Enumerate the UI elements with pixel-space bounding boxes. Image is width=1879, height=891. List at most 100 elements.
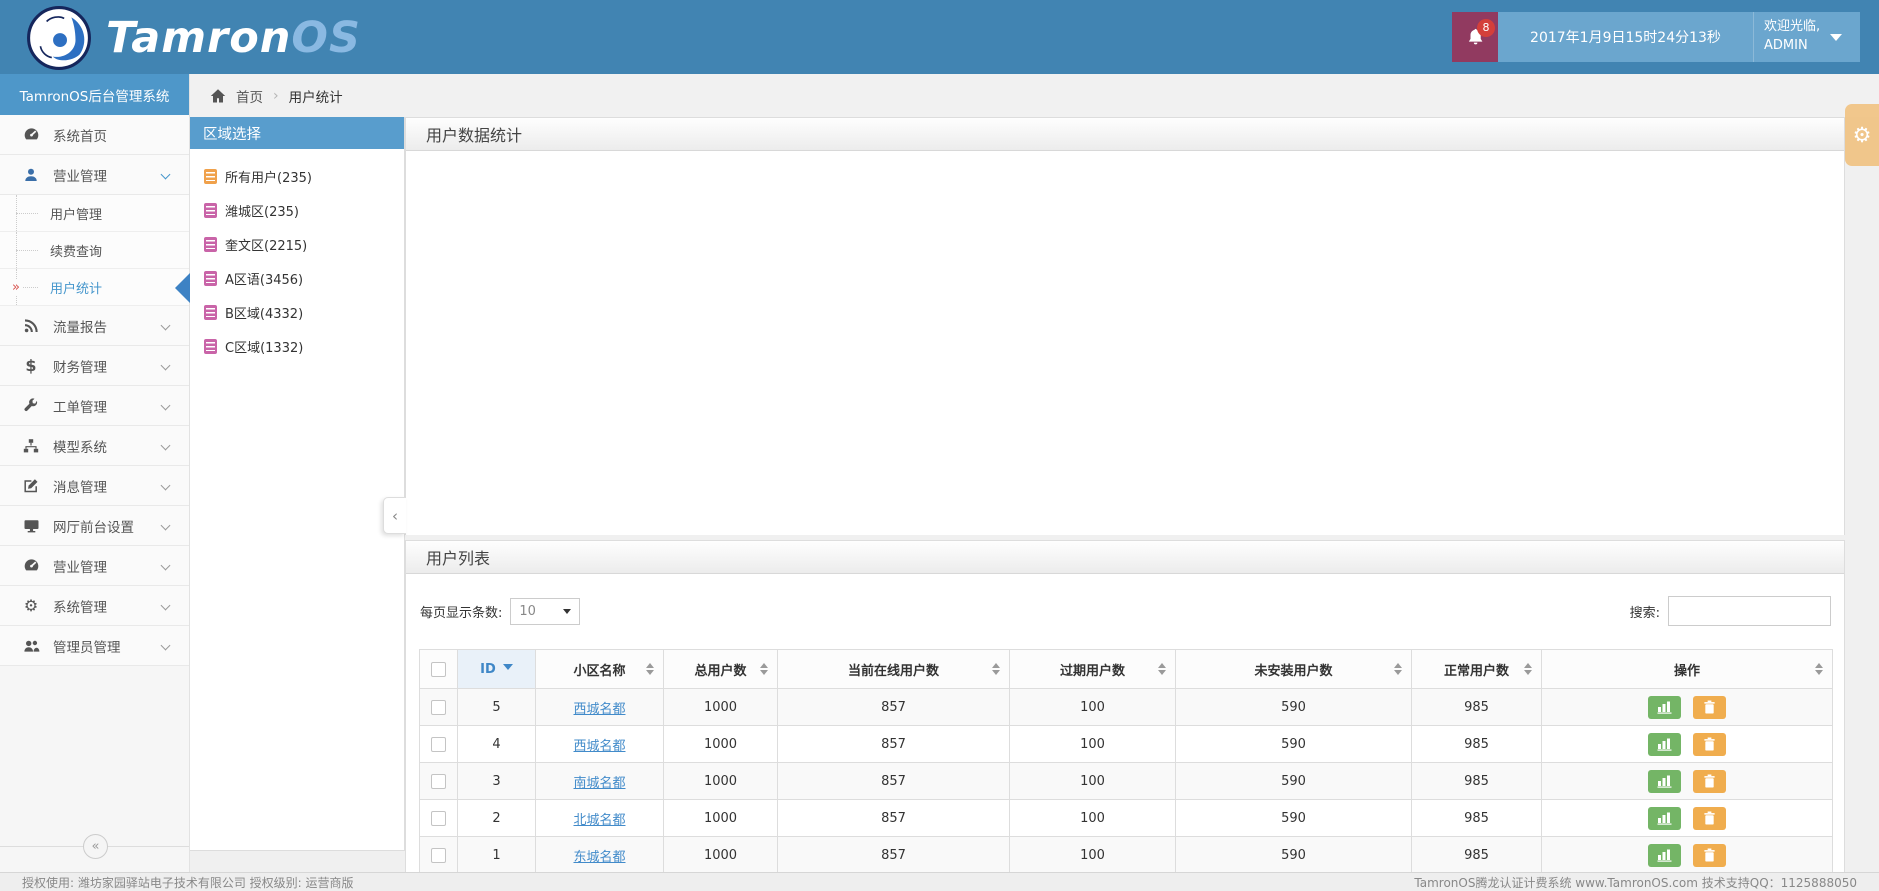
row-checkbox[interactable] [431, 810, 446, 826]
sidebar-item-system-management[interactable]: ⚙ 系统管理 [0, 586, 189, 626]
sort-icon [646, 663, 654, 675]
select-all-header[interactable] [419, 649, 458, 689]
sidebar-item-model-system[interactable]: 模型系统 [0, 426, 189, 466]
sidebar-item-traffic-report[interactable]: 流量报告 [0, 306, 189, 346]
chart-button[interactable] [1647, 806, 1681, 830]
chart-button[interactable] [1647, 695, 1681, 719]
row-checkbox[interactable] [431, 773, 446, 789]
cell-total: 1000 [663, 688, 778, 726]
business-submenu: 用户管理 续费查询 » 用户统计 [0, 195, 190, 306]
sidebar-item-dashboard[interactable]: 系统首页 [0, 115, 189, 155]
delete-button[interactable] [1693, 843, 1727, 867]
sidebar-item-business-management[interactable]: 营业管理 [0, 155, 189, 195]
rss-icon [22, 317, 40, 334]
column-header-name[interactable]: 小区名称 [535, 649, 664, 689]
delete-button[interactable] [1693, 806, 1727, 830]
sort-icon [1394, 663, 1402, 675]
select-all-checkbox[interactable] [431, 661, 446, 677]
sidebar-subitem-user-statistics[interactable]: » 用户统计 [0, 269, 190, 306]
region-item-a[interactable]: A区语(3456) [204, 261, 404, 295]
chevron-down-icon [160, 560, 171, 571]
column-header-actions[interactable]: 操作 [1541, 649, 1833, 689]
active-item-arrow-icon [175, 273, 190, 303]
settings-gear-tab[interactable]: ⚙ [1845, 104, 1879, 166]
list-icon [204, 270, 217, 286]
chart-button[interactable] [1647, 732, 1681, 756]
sidebar-nav: TamronOS后台管理系统 系统首页 营业管理 用户管理 续费查询 » 用户统 [0, 74, 190, 872]
panel-collapse-handle[interactable]: ‹ [383, 497, 406, 534]
pagesize-select[interactable]: 10 [510, 598, 581, 625]
user-table: ID 小区名称 总用户数 当前在线用户数 过期用户数 未安装用户数 正常用户数 … [419, 649, 1833, 874]
sidebar-item-label: 消息管理 [53, 479, 107, 496]
users-group-icon [22, 637, 40, 654]
cell-online: 857 [777, 688, 1010, 726]
sidebar-collapse-button[interactable]: « [83, 834, 108, 859]
home-icon [210, 88, 226, 102]
chart-button[interactable] [1647, 769, 1681, 793]
chart-button[interactable] [1647, 843, 1681, 867]
sidebar-item-message-management[interactable]: 消息管理 [0, 466, 189, 506]
delete-button[interactable] [1693, 769, 1727, 793]
sidebar-subitem-renewal-query[interactable]: 续费查询 [0, 232, 189, 269]
row-checkbox[interactable] [431, 736, 446, 752]
cell-total: 1000 [663, 836, 778, 874]
chevron-down-icon [160, 600, 171, 611]
top-header-bar: TamronOS 8 2017年1月9日15时24分13秒 欢迎光临, ADMI… [0, 0, 1879, 74]
sidebar-item-workorder-management[interactable]: 工单管理 [0, 386, 189, 426]
active-marker: » [10, 279, 22, 295]
cell-expired: 100 [1009, 762, 1176, 800]
region-item-b[interactable]: B区域(4332) [204, 295, 404, 329]
column-header-online[interactable]: 当前在线用户数 [777, 649, 1010, 689]
datetime-display: 2017年1月9日15时24分13秒 [1498, 12, 1754, 62]
sidebar-item-business-management-2[interactable]: 营业管理 [0, 546, 189, 586]
community-link[interactable]: 东城名都 [573, 850, 625, 865]
community-link[interactable]: 西城名都 [573, 702, 625, 717]
chevron-down-icon [160, 520, 171, 531]
cell-online: 857 [777, 762, 1010, 800]
sidebar-item-portal-settings[interactable]: 网厅前台设置 [0, 506, 189, 546]
sidebar-item-admin-management[interactable]: 管理员管理 [0, 626, 189, 666]
region-item-all-users[interactable]: 所有用户(235) [204, 159, 404, 193]
region-item-c[interactable]: C区域(1332) [204, 329, 404, 363]
edit-icon [22, 477, 40, 494]
tachometer-icon [22, 126, 40, 143]
cell-total: 1000 [663, 725, 778, 763]
community-link[interactable]: 西城名都 [573, 739, 625, 754]
row-checkbox[interactable] [431, 847, 446, 863]
pagesize-label: 每页显示条数: [420, 606, 503, 621]
sidebar-item-finance-management[interactable]: $ 财务管理 [0, 346, 189, 386]
table-row: 2 北城名都 1000 857 100 590 985 [419, 799, 1833, 837]
region-item-kuiwen[interactable]: 奎文区(2215) [204, 227, 404, 261]
delete-button[interactable] [1693, 732, 1727, 756]
list-icon [204, 168, 217, 184]
breadcrumb-home-link[interactable]: 首页 [236, 86, 263, 106]
welcome-text: 欢迎光临, [1764, 19, 1821, 35]
column-header-expired[interactable]: 过期用户数 [1009, 649, 1176, 689]
community-link[interactable]: 南城名都 [573, 776, 625, 791]
row-checkbox[interactable] [431, 699, 446, 715]
admin-user-menu[interactable]: 欢迎光临, ADMIN [1754, 12, 1860, 62]
region-item-weicheng[interactable]: 潍城区(235) [204, 193, 404, 227]
sidebar-bottom-divider: « [0, 834, 189, 859]
sidebar-subitem-user-management[interactable]: 用户管理 [0, 195, 189, 232]
cell-normal: 985 [1411, 688, 1542, 726]
community-link[interactable]: 北城名都 [573, 813, 625, 828]
cell-id: 5 [457, 688, 536, 726]
column-header-total[interactable]: 总用户数 [663, 649, 778, 689]
column-header-normal[interactable]: 正常用户数 [1411, 649, 1542, 689]
delete-button[interactable] [1693, 695, 1727, 719]
cell-total: 1000 [663, 799, 778, 837]
column-header-uninstalled[interactable]: 未安装用户数 [1175, 649, 1412, 689]
sidebar-item-label: 网厅前台设置 [53, 519, 134, 536]
footer-bar: 授权使用: 潍坊家园驿站电子技术有限公司 授权级别: 运营商版 TamronOS… [0, 872, 1879, 891]
sitemap-icon [22, 437, 40, 454]
cell-expired: 100 [1009, 836, 1176, 874]
sidebar-item-label: 系统首页 [53, 128, 107, 145]
wrench-icon [22, 397, 40, 414]
column-header-id[interactable]: ID [457, 649, 536, 689]
chevron-down-icon [563, 609, 572, 614]
notification-count-badge: 8 [1477, 19, 1495, 37]
notifications-button[interactable]: 8 [1452, 12, 1498, 62]
sidebar-item-label: 模型系统 [53, 439, 107, 456]
search-input[interactable] [1668, 596, 1831, 626]
